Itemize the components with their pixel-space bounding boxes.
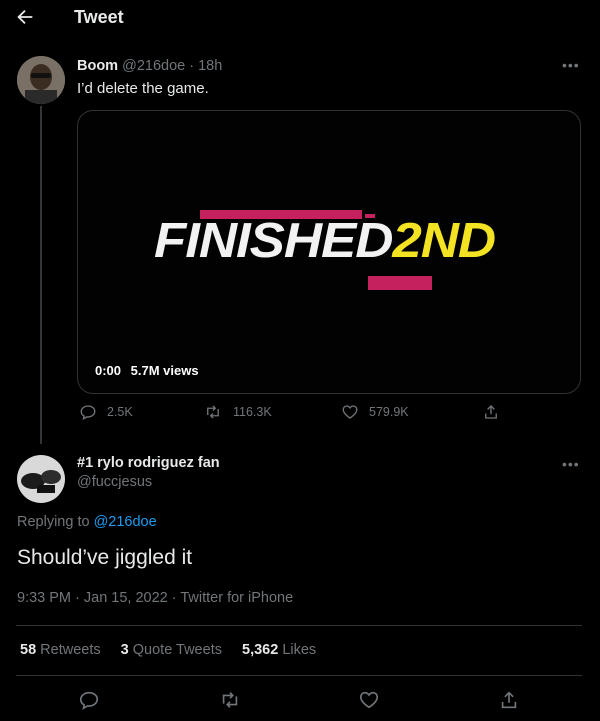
like-count: 579.9K: [369, 405, 409, 419]
avatar[interactable]: [17, 56, 65, 104]
like-icon: [342, 405, 358, 419]
author-name[interactable]: #1 rylo rodriguez fan: [77, 455, 220, 471]
banner-text-right: 2ND: [392, 214, 496, 268]
divider: [16, 675, 582, 676]
avatar[interactable]: [17, 455, 65, 503]
replying-label: Replying to: [17, 514, 90, 530]
top-bar: Tweet: [0, 0, 600, 38]
back-arrow-icon: [17, 9, 33, 25]
share-button[interactable]: [498, 689, 520, 716]
retweets-stat[interactable]: 58 Retweets: [20, 642, 105, 658]
quotes-stat[interactable]: 3 Quote Tweets: [121, 642, 226, 658]
replying-to: Replying to @216doe: [17, 514, 157, 530]
reply-icon: [80, 405, 96, 421]
view-count: 5.7M views: [130, 363, 199, 378]
tweet-time[interactable]: · 18h: [189, 58, 222, 74]
video-time: 0:00: [95, 363, 122, 378]
likes-count: 5,362: [242, 642, 279, 658]
author-handle[interactable]: @fuccjesus: [77, 474, 152, 490]
reply-count: 2.5K: [107, 405, 133, 419]
author-name[interactable]: Boom: [77, 58, 118, 74]
tweet-text: Should’ve jiggled it: [17, 546, 193, 569]
retweet-icon: [222, 692, 238, 708]
share-icon: [501, 691, 517, 709]
thread-line: [40, 106, 42, 444]
author-handle[interactable]: @216doe: [122, 58, 185, 74]
retweet-button[interactable]: 116.3K: [203, 403, 272, 421]
retweet-count: 116.3K: [233, 405, 272, 419]
reply-button[interactable]: 2.5K: [79, 403, 133, 421]
share-icon: [485, 405, 497, 419]
tweet-timestamp[interactable]: 9:33 PM · Jan 15, 2022 · Twitter for iPh…: [17, 590, 293, 606]
page-title: Tweet: [74, 7, 124, 27]
reply-icon: [79, 691, 99, 710]
like-icon: [359, 691, 379, 709]
retweet-icon: [207, 405, 219, 419]
more-button[interactable]: •••: [562, 57, 580, 73]
video-info: 0:00 5.7M views: [95, 363, 199, 378]
likes-label: Likes: [282, 642, 317, 658]
banner-text-left: FINISHED: [154, 214, 393, 268]
divider: [16, 625, 582, 626]
tweet-text: I’d delete the game.: [77, 80, 209, 97]
like-button[interactable]: 579.9K: [341, 403, 409, 421]
tweet-stats: 58 Retweets 3 Quote Tweets 5,362 Likes: [20, 642, 316, 658]
more-icon: •••: [562, 57, 580, 73]
likes-stat[interactable]: 5,362 Likes: [242, 642, 316, 658]
reply-button[interactable]: [78, 689, 100, 716]
like-button[interactable]: [358, 689, 380, 716]
banner-text: FINISHED2ND: [154, 213, 496, 269]
quotes-label: Quote Tweets: [132, 642, 222, 658]
share-button[interactable]: [482, 403, 500, 421]
retweets-label: Retweets: [40, 642, 101, 658]
parent-tweet-header: Boom @216doe · 18h: [77, 58, 222, 74]
video-player[interactable]: FINISHED2ND 0:00 5.7M views: [77, 110, 581, 394]
more-button[interactable]: •••: [562, 456, 580, 472]
retweet-button[interactable]: [218, 689, 242, 716]
quotes-count: 3: [120, 642, 129, 658]
retweets-count: 58: [20, 642, 37, 658]
back-button[interactable]: [14, 6, 42, 30]
replying-link[interactable]: @216doe: [94, 514, 157, 530]
more-icon: •••: [562, 456, 580, 472]
